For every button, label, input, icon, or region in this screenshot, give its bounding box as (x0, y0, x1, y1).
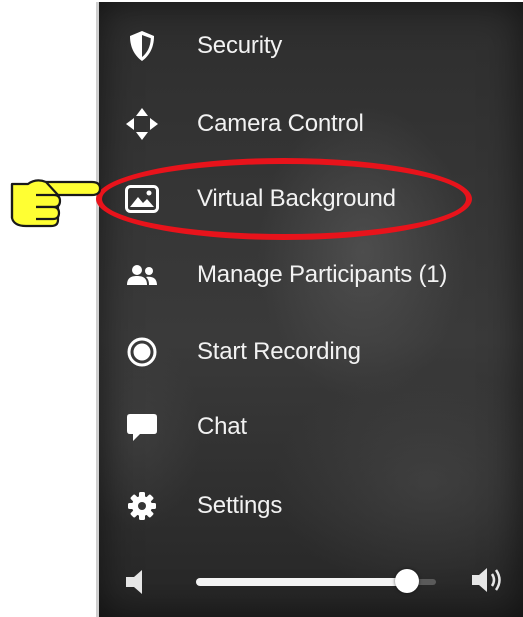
volume-slider-thumb[interactable] (395, 569, 419, 593)
camera-control-arrows-icon (124, 106, 160, 142)
speaker-low-icon[interactable] (122, 569, 150, 595)
menu-item-security[interactable]: Security (98, 14, 523, 78)
image-icon (124, 181, 160, 217)
menu-item-label: Virtual Background (197, 185, 396, 212)
menu-item-label: Camera Control (197, 110, 364, 137)
menu-item-settings[interactable]: Settings (98, 474, 523, 538)
volume-slider-fill (196, 578, 407, 586)
menu-item-start-recording[interactable]: Start Recording (98, 320, 523, 384)
participants-icon (124, 257, 160, 293)
volume-slider[interactable] (196, 569, 436, 593)
record-icon (124, 334, 160, 370)
menu-item-manage-participants[interactable]: Manage Participants (1) (98, 243, 523, 307)
menu-item-virtual-background[interactable]: Virtual Background (98, 167, 523, 231)
menu-item-camera-control[interactable]: Camera Control (98, 92, 523, 156)
menu-item-label: Security (197, 32, 283, 59)
chat-bubble-icon (124, 409, 160, 445)
speaker-high-icon[interactable] (470, 565, 510, 595)
menu-item-chat[interactable]: Chat (98, 395, 523, 459)
menu-item-label: Manage Participants (1) (197, 261, 448, 288)
shield-icon (124, 28, 160, 64)
volume-control (98, 556, 523, 606)
menu-item-label: Chat (197, 413, 247, 440)
menu-item-label: Settings (197, 492, 283, 519)
menu-item-label: Start Recording (197, 338, 361, 365)
gear-icon (124, 488, 160, 524)
pointing-hand-icon (6, 170, 102, 228)
